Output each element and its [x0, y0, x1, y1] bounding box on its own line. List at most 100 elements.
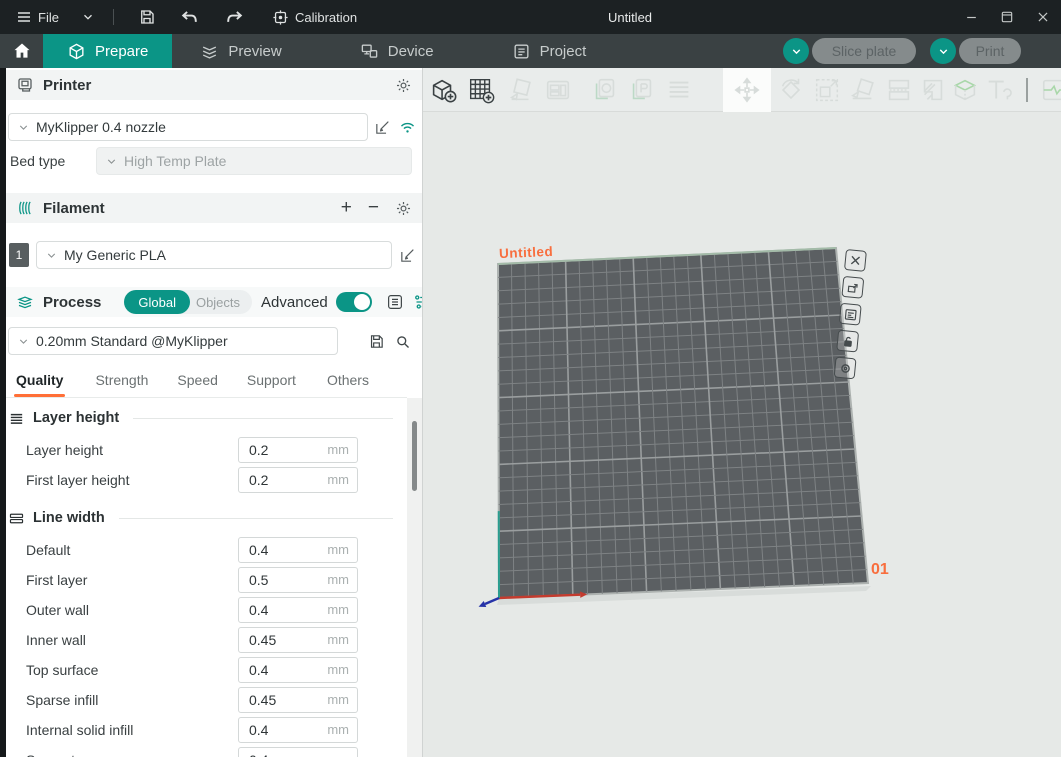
- redo-button[interactable]: [219, 4, 250, 31]
- add-object-button[interactable]: [427, 74, 459, 106]
- slice-plate-button[interactable]: Slice plate: [812, 38, 916, 64]
- search-preset-icon[interactable]: [394, 333, 411, 350]
- advanced-toggle[interactable]: [336, 292, 372, 312]
- advanced-label: Advanced: [261, 294, 328, 311]
- edit-printer-icon[interactable]: [374, 119, 391, 136]
- tab-device[interactable]: Device: [338, 34, 456, 68]
- filament-icon: [16, 199, 34, 217]
- tab-others[interactable]: Others: [327, 368, 369, 397]
- assembly-view-button[interactable]: [1039, 74, 1061, 106]
- section-rule: [133, 418, 393, 419]
- param-unit: mm: [327, 472, 349, 487]
- print-options-button[interactable]: [930, 38, 956, 64]
- filament-settings-gear-icon[interactable]: [395, 200, 412, 217]
- menu-dropdown-button[interactable]: [75, 6, 101, 28]
- save-button[interactable]: [132, 4, 162, 30]
- fill-tool-button[interactable]: [917, 74, 949, 106]
- tab-quality[interactable]: Quality: [16, 368, 63, 397]
- undo-icon: [180, 8, 199, 27]
- param-value-input[interactable]: [239, 468, 315, 492]
- lock-plate-icon[interactable]: [836, 330, 859, 353]
- delete-plate-icon[interactable]: [844, 249, 867, 272]
- tab-preview[interactable]: Preview: [178, 34, 303, 68]
- sidebar-scroll-thumb[interactable]: [412, 421, 417, 491]
- close-button[interactable]: [1025, 0, 1061, 34]
- tab-support[interactable]: Support: [247, 368, 296, 397]
- scale-tool-button[interactable]: [811, 74, 843, 106]
- move-tool-button[interactable]: [731, 74, 763, 106]
- home-button[interactable]: [0, 34, 43, 68]
- bed-type-label: Bed type: [10, 153, 65, 169]
- printer-settings-gear-icon[interactable]: [395, 77, 412, 94]
- process-list-icon[interactable]: [386, 293, 404, 311]
- filament-preset-select[interactable]: My Generic PLA: [36, 241, 392, 269]
- param-value-input[interactable]: [239, 568, 315, 592]
- param-unit: mm: [327, 752, 349, 757]
- scope-objects-button[interactable]: Objects: [190, 295, 252, 310]
- maximize-button[interactable]: [989, 0, 1025, 34]
- print-button[interactable]: Print: [959, 38, 1021, 64]
- param-unit: mm: [327, 722, 349, 737]
- parameter-list: Layer height Layer heightmmFirst layer h…: [6, 399, 407, 757]
- slice-options-button[interactable]: [783, 38, 809, 64]
- layers-list-button[interactable]: [663, 74, 695, 106]
- auto-arrange-button[interactable]: [505, 74, 537, 106]
- text-tool-button[interactable]: [983, 74, 1015, 106]
- param-value-input[interactable]: [239, 658, 315, 682]
- param-input-box: mm: [238, 437, 358, 463]
- project-icon: [512, 42, 531, 61]
- copy-button[interactable]: [589, 74, 621, 106]
- calibration-label: Calibration: [295, 10, 357, 25]
- variable-layer-height-button[interactable]: [949, 74, 981, 106]
- plate-settings-icon[interactable]: [839, 303, 862, 326]
- split-layout-button[interactable]: [542, 74, 574, 106]
- process-layers-icon: [16, 293, 34, 311]
- 3d-viewport[interactable]: Untitled 01: [422, 68, 1061, 757]
- paste-button[interactable]: [626, 74, 658, 106]
- cut-tool-button[interactable]: [883, 74, 915, 106]
- tab-prepare[interactable]: Prepare: [43, 34, 172, 68]
- redo-icon: [225, 8, 244, 27]
- param-row: Layer heightmm: [6, 435, 407, 465]
- param-value-input[interactable]: [239, 718, 315, 742]
- scope-global-button[interactable]: Global: [124, 290, 190, 314]
- param-value-input[interactable]: [239, 538, 315, 562]
- param-input-box: mm: [238, 627, 358, 653]
- wifi-connection-icon[interactable]: [399, 119, 416, 136]
- printer-preset-select[interactable]: MyKlipper 0.4 nozzle: [8, 113, 368, 141]
- tab-project-label: Project: [540, 43, 587, 60]
- param-row: Defaultmm: [6, 535, 407, 565]
- rotate-tool-button[interactable]: [775, 74, 807, 106]
- param-value-input[interactable]: [239, 688, 315, 712]
- plate-gear-icon[interactable]: [834, 357, 857, 380]
- process-preset-select[interactable]: 0.20mm Standard @MyKlipper: [8, 327, 338, 355]
- undo-button[interactable]: [174, 4, 205, 31]
- section-title: Line width: [33, 510, 105, 526]
- param-label: First layer: [26, 572, 87, 588]
- build-plate[interactable]: [423, 112, 1061, 757]
- add-plate-button[interactable]: [465, 74, 497, 106]
- toolbar-divider: [1026, 78, 1028, 102]
- edit-filament-icon[interactable]: [399, 247, 416, 264]
- title-bar: File Calibration: [0, 0, 1061, 34]
- minimize-button[interactable]: [953, 0, 989, 34]
- main-menu-button[interactable]: File: [10, 5, 65, 29]
- param-value-input[interactable]: [239, 438, 315, 462]
- param-label: Sparse infill: [26, 692, 98, 708]
- calibration-button[interactable]: Calibration: [266, 5, 363, 30]
- arrange-plate-icon[interactable]: [841, 276, 864, 299]
- tab-strength[interactable]: Strength: [95, 368, 148, 397]
- save-preset-icon[interactable]: [368, 333, 385, 350]
- sidebar-scrollbar[interactable]: [407, 398, 422, 757]
- remove-filament-button[interactable]: −: [368, 197, 379, 219]
- param-row: Sparse infillmm: [6, 685, 407, 715]
- tab-project[interactable]: Project: [490, 34, 609, 68]
- prepare-cube-icon: [67, 42, 86, 61]
- param-value-input[interactable]: [239, 598, 315, 622]
- bed-type-select[interactable]: High Temp Plate: [96, 147, 412, 175]
- param-value-input[interactable]: [239, 628, 315, 652]
- tab-speed[interactable]: Speed: [177, 368, 217, 397]
- lay-flat-tool-button[interactable]: [847, 74, 879, 106]
- param-value-input[interactable]: [239, 748, 315, 757]
- add-filament-button[interactable]: +: [341, 197, 352, 219]
